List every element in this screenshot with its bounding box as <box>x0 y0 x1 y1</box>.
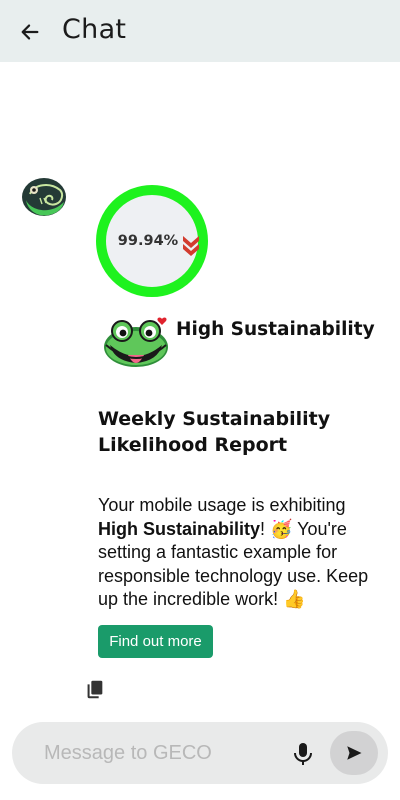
frog-mascot-icon <box>104 317 168 367</box>
microphone-icon[interactable] <box>292 742 314 766</box>
message-input[interactable] <box>44 738 274 768</box>
heart-icon <box>157 317 167 325</box>
report-message: Your mobile usage is exhibiting High Sus… <box>98 494 378 612</box>
report-title: Weekly Sustainability Likelihood Report <box>98 408 331 456</box>
message-prefix: Your mobile usage is exhibiting <box>98 495 346 515</box>
gauge-value: 99.94% <box>117 233 179 249</box>
composer-bar <box>12 722 388 784</box>
chameleon-avatar-icon <box>22 178 66 216</box>
send-icon <box>347 746 362 760</box>
sustainability-gauge: 99.94% <box>96 185 208 297</box>
send-button[interactable] <box>330 731 378 775</box>
app-header: Chat <box>0 0 400 62</box>
find-out-more-button[interactable]: Find out more <box>98 625 213 658</box>
double-chevron-down-icon <box>183 236 199 256</box>
sustainability-status-label: High Sustainability <box>176 319 375 340</box>
copy-icon[interactable] <box>84 678 106 700</box>
page-title: Chat <box>62 14 127 45</box>
back-button[interactable] <box>16 18 44 46</box>
arrow-left-icon <box>21 24 39 40</box>
message-highlight: High Sustainability <box>98 518 261 539</box>
